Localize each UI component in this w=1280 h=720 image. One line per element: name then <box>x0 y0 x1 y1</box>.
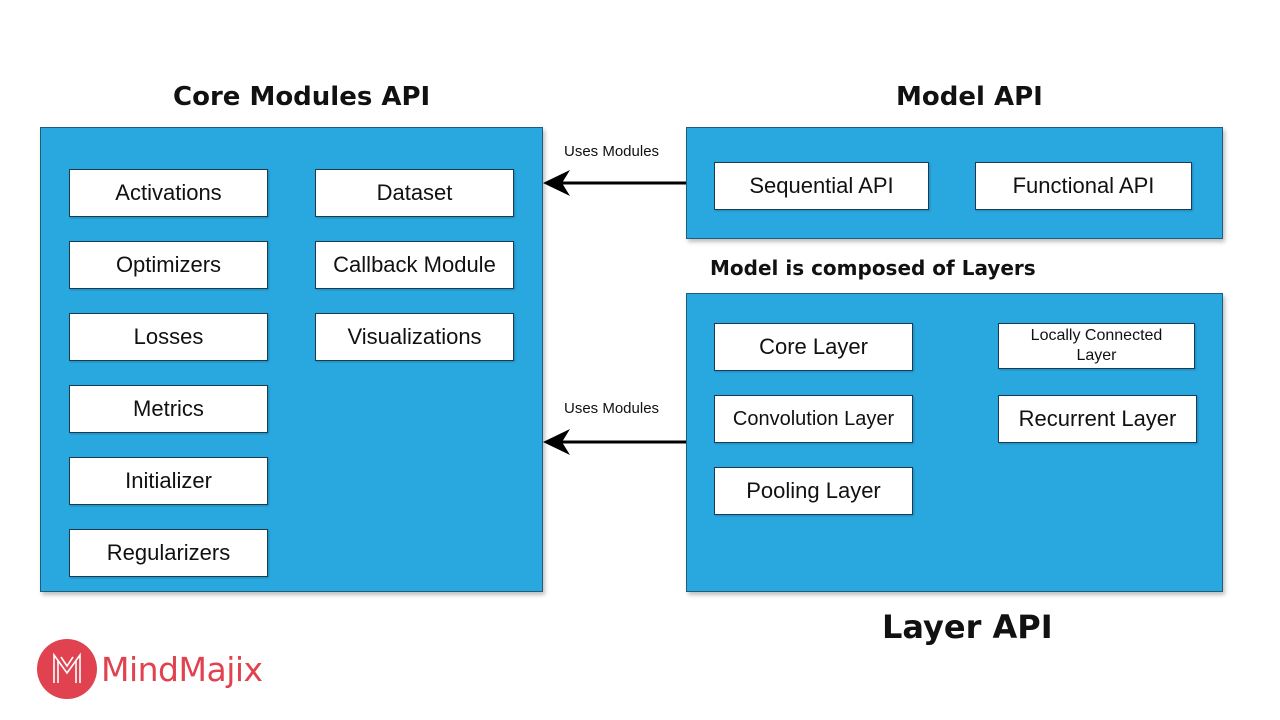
arrow-model-to-core <box>543 170 686 196</box>
edge-arrows <box>543 170 686 455</box>
brand-name: MindMajix <box>101 649 263 689</box>
edge-label-model: Uses Modules <box>564 143 660 160</box>
arrow-layer-to-core <box>543 429 686 455</box>
edge-label-layer: Uses Modules <box>564 400 660 417</box>
mindmajix-logo-icon <box>37 639 97 699</box>
brand-logo: MindMajix <box>37 639 263 699</box>
